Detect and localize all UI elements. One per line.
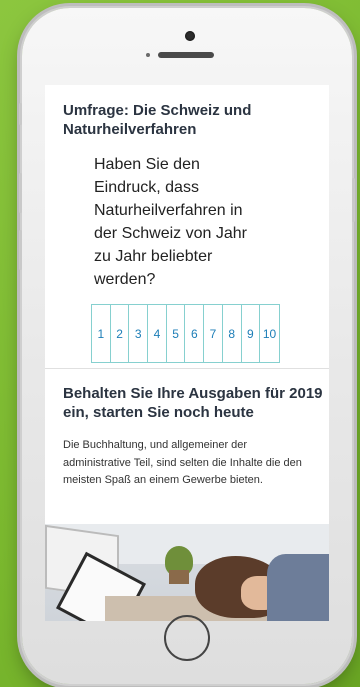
rating-option-6[interactable]: 6 bbox=[185, 305, 205, 362]
rating-option-4[interactable]: 4 bbox=[148, 305, 167, 362]
phone-frame: Umfrage: Die Schweiz und Naturheilverfah… bbox=[19, 8, 355, 684]
volume-down-button bbox=[19, 230, 22, 270]
section-divider bbox=[45, 368, 329, 369]
power-button bbox=[352, 178, 355, 222]
earpiece-speaker bbox=[158, 52, 214, 58]
home-button[interactable] bbox=[164, 615, 210, 661]
rating-option-10[interactable]: 10 bbox=[260, 305, 279, 362]
front-camera bbox=[185, 31, 195, 41]
article-title[interactable]: Behalten Sie Ihre Ausgaben für 2019 ein,… bbox=[63, 384, 323, 422]
person-shoulder bbox=[267, 554, 329, 621]
volume-up-button bbox=[19, 173, 22, 213]
survey-title: Umfrage: Die Schweiz und Naturheilverfah… bbox=[63, 102, 252, 138]
article-image[interactable] bbox=[45, 524, 329, 621]
rating-option-5[interactable]: 5 bbox=[167, 305, 186, 362]
proximity-sensor bbox=[146, 53, 150, 57]
article-excerpt: Die Buchhaltung, und allgemeiner der adm… bbox=[63, 439, 302, 486]
rating-option-3[interactable]: 3 bbox=[129, 305, 149, 362]
phone-screen: Umfrage: Die Schweiz und Naturheilverfah… bbox=[45, 85, 329, 621]
mute-switch bbox=[19, 103, 22, 125]
plant-pot bbox=[169, 570, 189, 584]
rating-option-8[interactable]: 8 bbox=[223, 305, 242, 362]
rating-option-2[interactable]: 2 bbox=[111, 305, 130, 362]
rating-option-9[interactable]: 9 bbox=[242, 305, 261, 362]
rating-option-1[interactable]: 1 bbox=[92, 305, 111, 362]
survey-question: Haben Sie den Eindruck, dass Naturheilve… bbox=[94, 156, 247, 288]
rating-scale: 1 2 3 4 5 6 7 8 9 10 bbox=[91, 304, 280, 363]
rating-option-7[interactable]: 7 bbox=[204, 305, 223, 362]
